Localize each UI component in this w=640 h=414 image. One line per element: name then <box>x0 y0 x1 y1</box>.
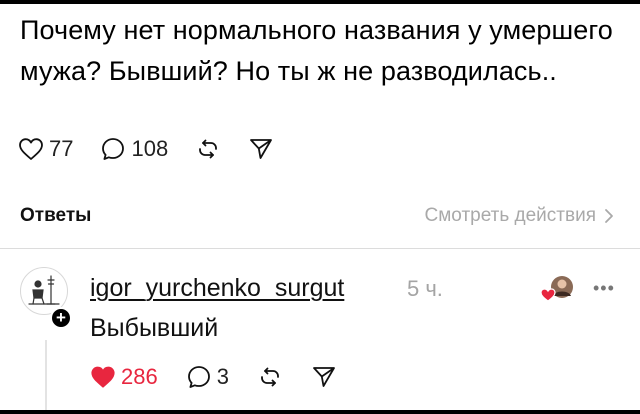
top-edge <box>0 0 640 4</box>
post-like-button[interactable]: 77 <box>18 136 73 162</box>
repost-icon <box>199 139 218 159</box>
reply-comment-button[interactable]: 3 <box>186 364 229 390</box>
replies-heading: Ответы <box>20 205 92 226</box>
bottom-edge <box>0 410 640 414</box>
speech-bubble-icon <box>102 138 125 160</box>
reply-like-button[interactable]: 286 <box>90 364 158 390</box>
reply-text: Выбывший <box>90 314 219 342</box>
follow-plus-button[interactable]: + <box>50 307 72 329</box>
plus-icon: + <box>56 308 66 327</box>
reply-share-button[interactable] <box>311 364 337 390</box>
reply-username[interactable]: igor_yurchenko_surgut <box>90 274 344 303</box>
heart-icon <box>19 138 43 160</box>
post-share-button[interactable] <box>248 136 274 162</box>
chevron-right-icon <box>605 209 613 223</box>
post-repost-button[interactable] <box>195 136 221 162</box>
post-comment-button[interactable]: 108 <box>100 136 168 162</box>
reply-repost-button[interactable] <box>257 364 283 390</box>
heart-icon <box>91 366 115 388</box>
post-text: Почему нет нормального названия у умерше… <box>20 15 613 86</box>
view-activity-link[interactable]: Смотреть действия <box>425 205 614 227</box>
post-like-count: 77 <box>49 136 74 161</box>
thread-line <box>45 340 47 410</box>
view-activity-label: Смотреть действия <box>424 205 596 226</box>
liked-by-author-icon <box>540 276 573 302</box>
reply-comment-count: 3 <box>216 364 229 389</box>
post-comment-count: 108 <box>131 136 169 161</box>
post-actions: 77 108 <box>18 134 301 164</box>
reply-timestamp: 5 ч. <box>407 276 443 301</box>
send-icon <box>313 367 335 387</box>
more-dots-icon[interactable]: ••• <box>593 278 615 299</box>
section-divider <box>0 248 640 249</box>
reply-actions: 286 3 <box>90 362 365 392</box>
reply-like-count: 286 <box>121 364 158 389</box>
speech-bubble-icon <box>187 366 210 388</box>
repost-icon <box>261 367 279 387</box>
send-icon <box>250 139 273 159</box>
